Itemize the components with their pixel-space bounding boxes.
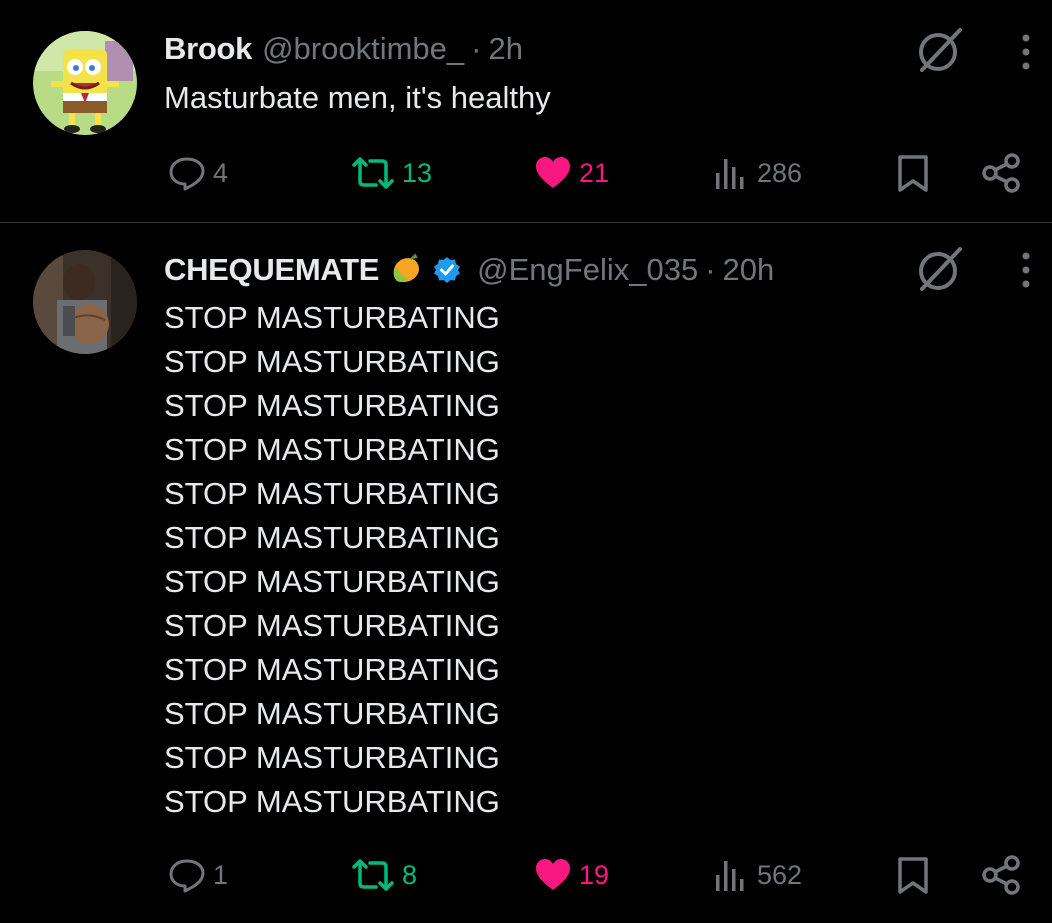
- boy-holding-ball-avatar-icon: [33, 250, 137, 354]
- views-button[interactable]: 562: [711, 850, 802, 900]
- tweet-chequemate[interactable]: CHEQUEMATE @EngFelix_035 · 20h STOP MAST…: [0, 223, 1052, 923]
- retweet-count: 8: [402, 859, 418, 890]
- share-button[interactable]: [980, 850, 1024, 900]
- bookmark-icon: [898, 857, 928, 894]
- tweet-line: STOP MASTURBATING: [164, 696, 500, 731]
- tweet-brook[interactable]: Brook @brooktimbe_ · 2h Masturbate men, …: [0, 0, 1052, 222]
- tweet-line: STOP MASTURBATING: [164, 432, 500, 467]
- tweet-line: Masturbate men, it's healthy: [164, 80, 551, 115]
- tweet-line: STOP MASTURBATING: [164, 388, 500, 423]
- author-name[interactable]: Brook: [164, 31, 252, 67]
- share-icon: [982, 153, 1020, 193]
- like-button[interactable]: 21: [533, 148, 609, 198]
- views-count: 286: [757, 157, 803, 188]
- reply-count: 1: [213, 859, 229, 890]
- more-icon[interactable]: [1012, 30, 1040, 74]
- separator: ·: [705, 252, 716, 287]
- more-icon[interactable]: [1012, 248, 1040, 292]
- bookmark-button[interactable]: [893, 148, 933, 198]
- timestamp[interactable]: 2h: [488, 31, 522, 67]
- tweet-line: STOP MASTURBATING: [164, 300, 500, 335]
- tweet-header: CHEQUEMATE @EngFelix_035 · 20h: [164, 250, 774, 290]
- tweet-line: STOP MASTURBATING: [164, 652, 500, 687]
- tweet-line: STOP MASTURBATING: [164, 784, 500, 819]
- author-handle[interactable]: @EngFelix_035: [477, 252, 698, 288]
- like-button[interactable]: 19: [533, 850, 609, 900]
- bookmark-icon: [898, 155, 928, 192]
- views-button[interactable]: 286: [711, 148, 802, 198]
- reply-icon: [169, 859, 205, 893]
- like-icon: [536, 859, 570, 890]
- tweet-text: Masturbate men, it's healthy: [164, 76, 551, 120]
- reply-icon: [169, 157, 205, 191]
- tweet-text: STOP MASTURBATING STOP MASTURBATING STOP…: [164, 296, 500, 824]
- retweet-button[interactable]: 13: [350, 148, 432, 198]
- tweet-line: STOP MASTURBATING: [164, 740, 500, 775]
- timestamp[interactable]: 20h: [723, 252, 775, 288]
- avatar[interactable]: [33, 250, 137, 354]
- grok-icon[interactable]: [912, 22, 968, 78]
- tweet-header: Brook @brooktimbe_ · 2h: [164, 29, 523, 69]
- reply-count: 4: [213, 157, 229, 188]
- retweet-icon: [352, 859, 394, 891]
- verified-icon[interactable]: [433, 256, 461, 284]
- spongebob-avatar-icon: [33, 31, 137, 135]
- share-button[interactable]: [980, 148, 1024, 198]
- share-icon: [982, 855, 1020, 895]
- tweet-line: STOP MASTURBATING: [164, 476, 500, 511]
- grok-icon[interactable]: [912, 241, 968, 297]
- bookmark-button[interactable]: [893, 850, 933, 900]
- retweet-icon: [352, 157, 394, 189]
- views-icon: [716, 159, 744, 189]
- views-icon: [716, 861, 744, 891]
- views-count: 562: [757, 859, 803, 890]
- action-bar: 4 13 21 286: [0, 148, 1052, 198]
- retweet-count: 13: [402, 157, 433, 188]
- mango-icon: [389, 253, 423, 287]
- author-name[interactable]: CHEQUEMATE: [164, 252, 379, 288]
- tweet-line: STOP MASTURBATING: [164, 520, 500, 555]
- tweet-line: STOP MASTURBATING: [164, 344, 500, 379]
- retweet-button[interactable]: 8: [350, 850, 417, 900]
- like-count: 19: [579, 859, 610, 890]
- avatar[interactable]: [33, 31, 137, 135]
- separator: ·: [471, 31, 482, 66]
- author-handle[interactable]: @brooktimbe_: [262, 31, 464, 67]
- reply-button[interactable]: 4: [167, 148, 228, 198]
- reply-button[interactable]: 1: [167, 850, 228, 900]
- like-count: 21: [579, 157, 610, 188]
- action-bar: 1 8 19 562: [0, 850, 1052, 900]
- tweet-line: STOP MASTURBATING: [164, 608, 500, 643]
- tweet-line: STOP MASTURBATING: [164, 564, 500, 599]
- like-icon: [536, 157, 570, 188]
